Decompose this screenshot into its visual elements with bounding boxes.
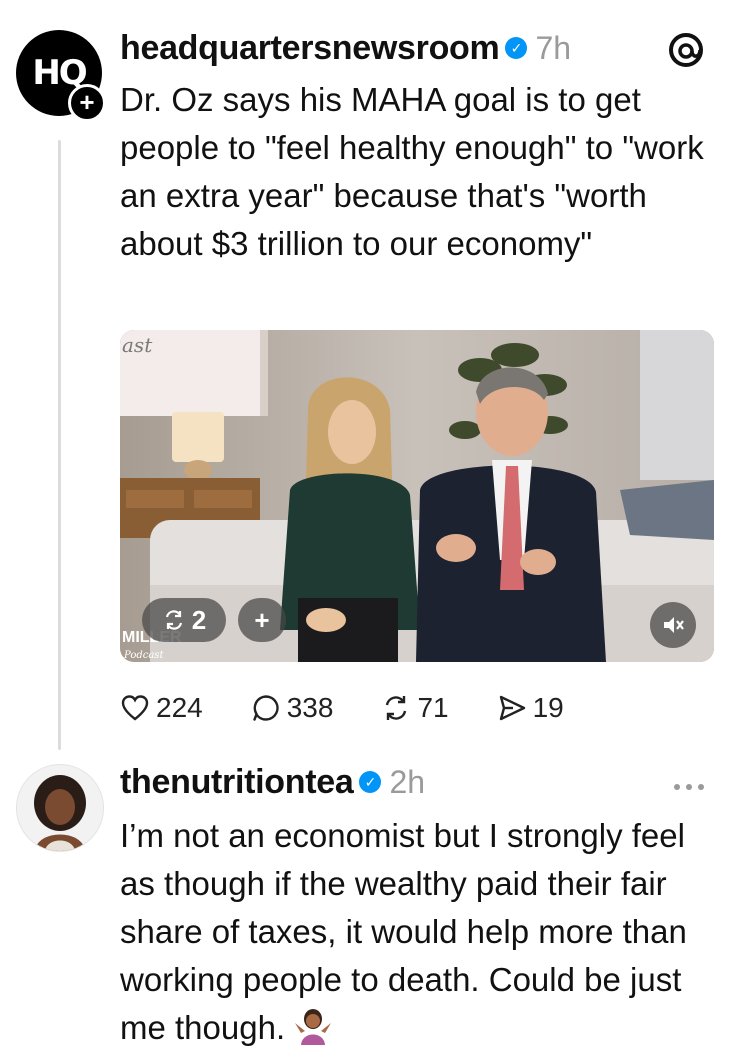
podcast-logo-sub: Podcast	[123, 650, 164, 661]
thread-line	[58, 140, 61, 750]
timestamp: 7h	[535, 29, 572, 66]
username[interactable]: headquartersnewsroom	[120, 29, 500, 68]
post-text: Dr. Oz says his MAHA goal is to get peop…	[120, 81, 704, 262]
comment-count: 338	[286, 692, 334, 723]
share-icon	[499, 695, 525, 721]
like-button[interactable]: 224	[120, 692, 203, 724]
like-count: 224	[156, 692, 203, 723]
username[interactable]: thenutritiontea	[120, 763, 354, 802]
heart-icon	[121, 695, 149, 721]
post-text: I’m not an economist but I strongly feel…	[120, 812, 710, 1052]
mute-button[interactable]	[650, 602, 696, 648]
add-button[interactable]: +	[238, 598, 286, 642]
carousel-count: 2	[191, 604, 207, 635]
verified-badge-icon: ✓	[359, 771, 382, 793]
avatar-thenutritiontea[interactable]	[16, 764, 104, 852]
post-text-body: I’m not an economist but I strongly feel…	[120, 817, 687, 1046]
repost-count: 71	[417, 692, 449, 723]
post-actions: 224 338 71 19	[120, 688, 612, 728]
share-count: 19	[532, 692, 564, 723]
follow-plus-icon[interactable]: +	[68, 84, 106, 122]
post-header: headquartersnewsroom ✓ 7h	[120, 28, 571, 68]
timestamp: 2h	[389, 763, 426, 800]
post-header: thenutritiontea ✓ 2h	[120, 762, 425, 802]
post-thenutritiontea: thenutritiontea ✓ 2h I’m not an economis…	[0, 740, 736, 1060]
shrug-emoji	[295, 1009, 332, 1045]
threads-logo-icon[interactable]	[666, 30, 706, 70]
comment-button[interactable]: 338	[251, 692, 334, 724]
repost-icon	[165, 610, 182, 630]
verified-badge-icon: ✓	[505, 37, 528, 59]
corner-text: ast	[122, 333, 153, 357]
repost-icon	[386, 696, 407, 720]
add-icon: +	[254, 604, 270, 635]
mute-icon	[664, 617, 684, 633]
more-icon[interactable]	[672, 782, 706, 792]
comment-icon	[253, 695, 279, 721]
avatar-photo	[17, 765, 103, 851]
carousel-count-button[interactable]: 2	[142, 598, 226, 642]
video-thumbnail[interactable]: ast MILLER Podcast 2 +	[120, 330, 714, 662]
repost-button[interactable]: 71	[381, 692, 449, 724]
share-button[interactable]: 19	[497, 692, 564, 724]
post-headquartersnewsroom: HQ + headquartersnewsroom ✓ 7h Dr. Oz sa…	[0, 0, 736, 750]
